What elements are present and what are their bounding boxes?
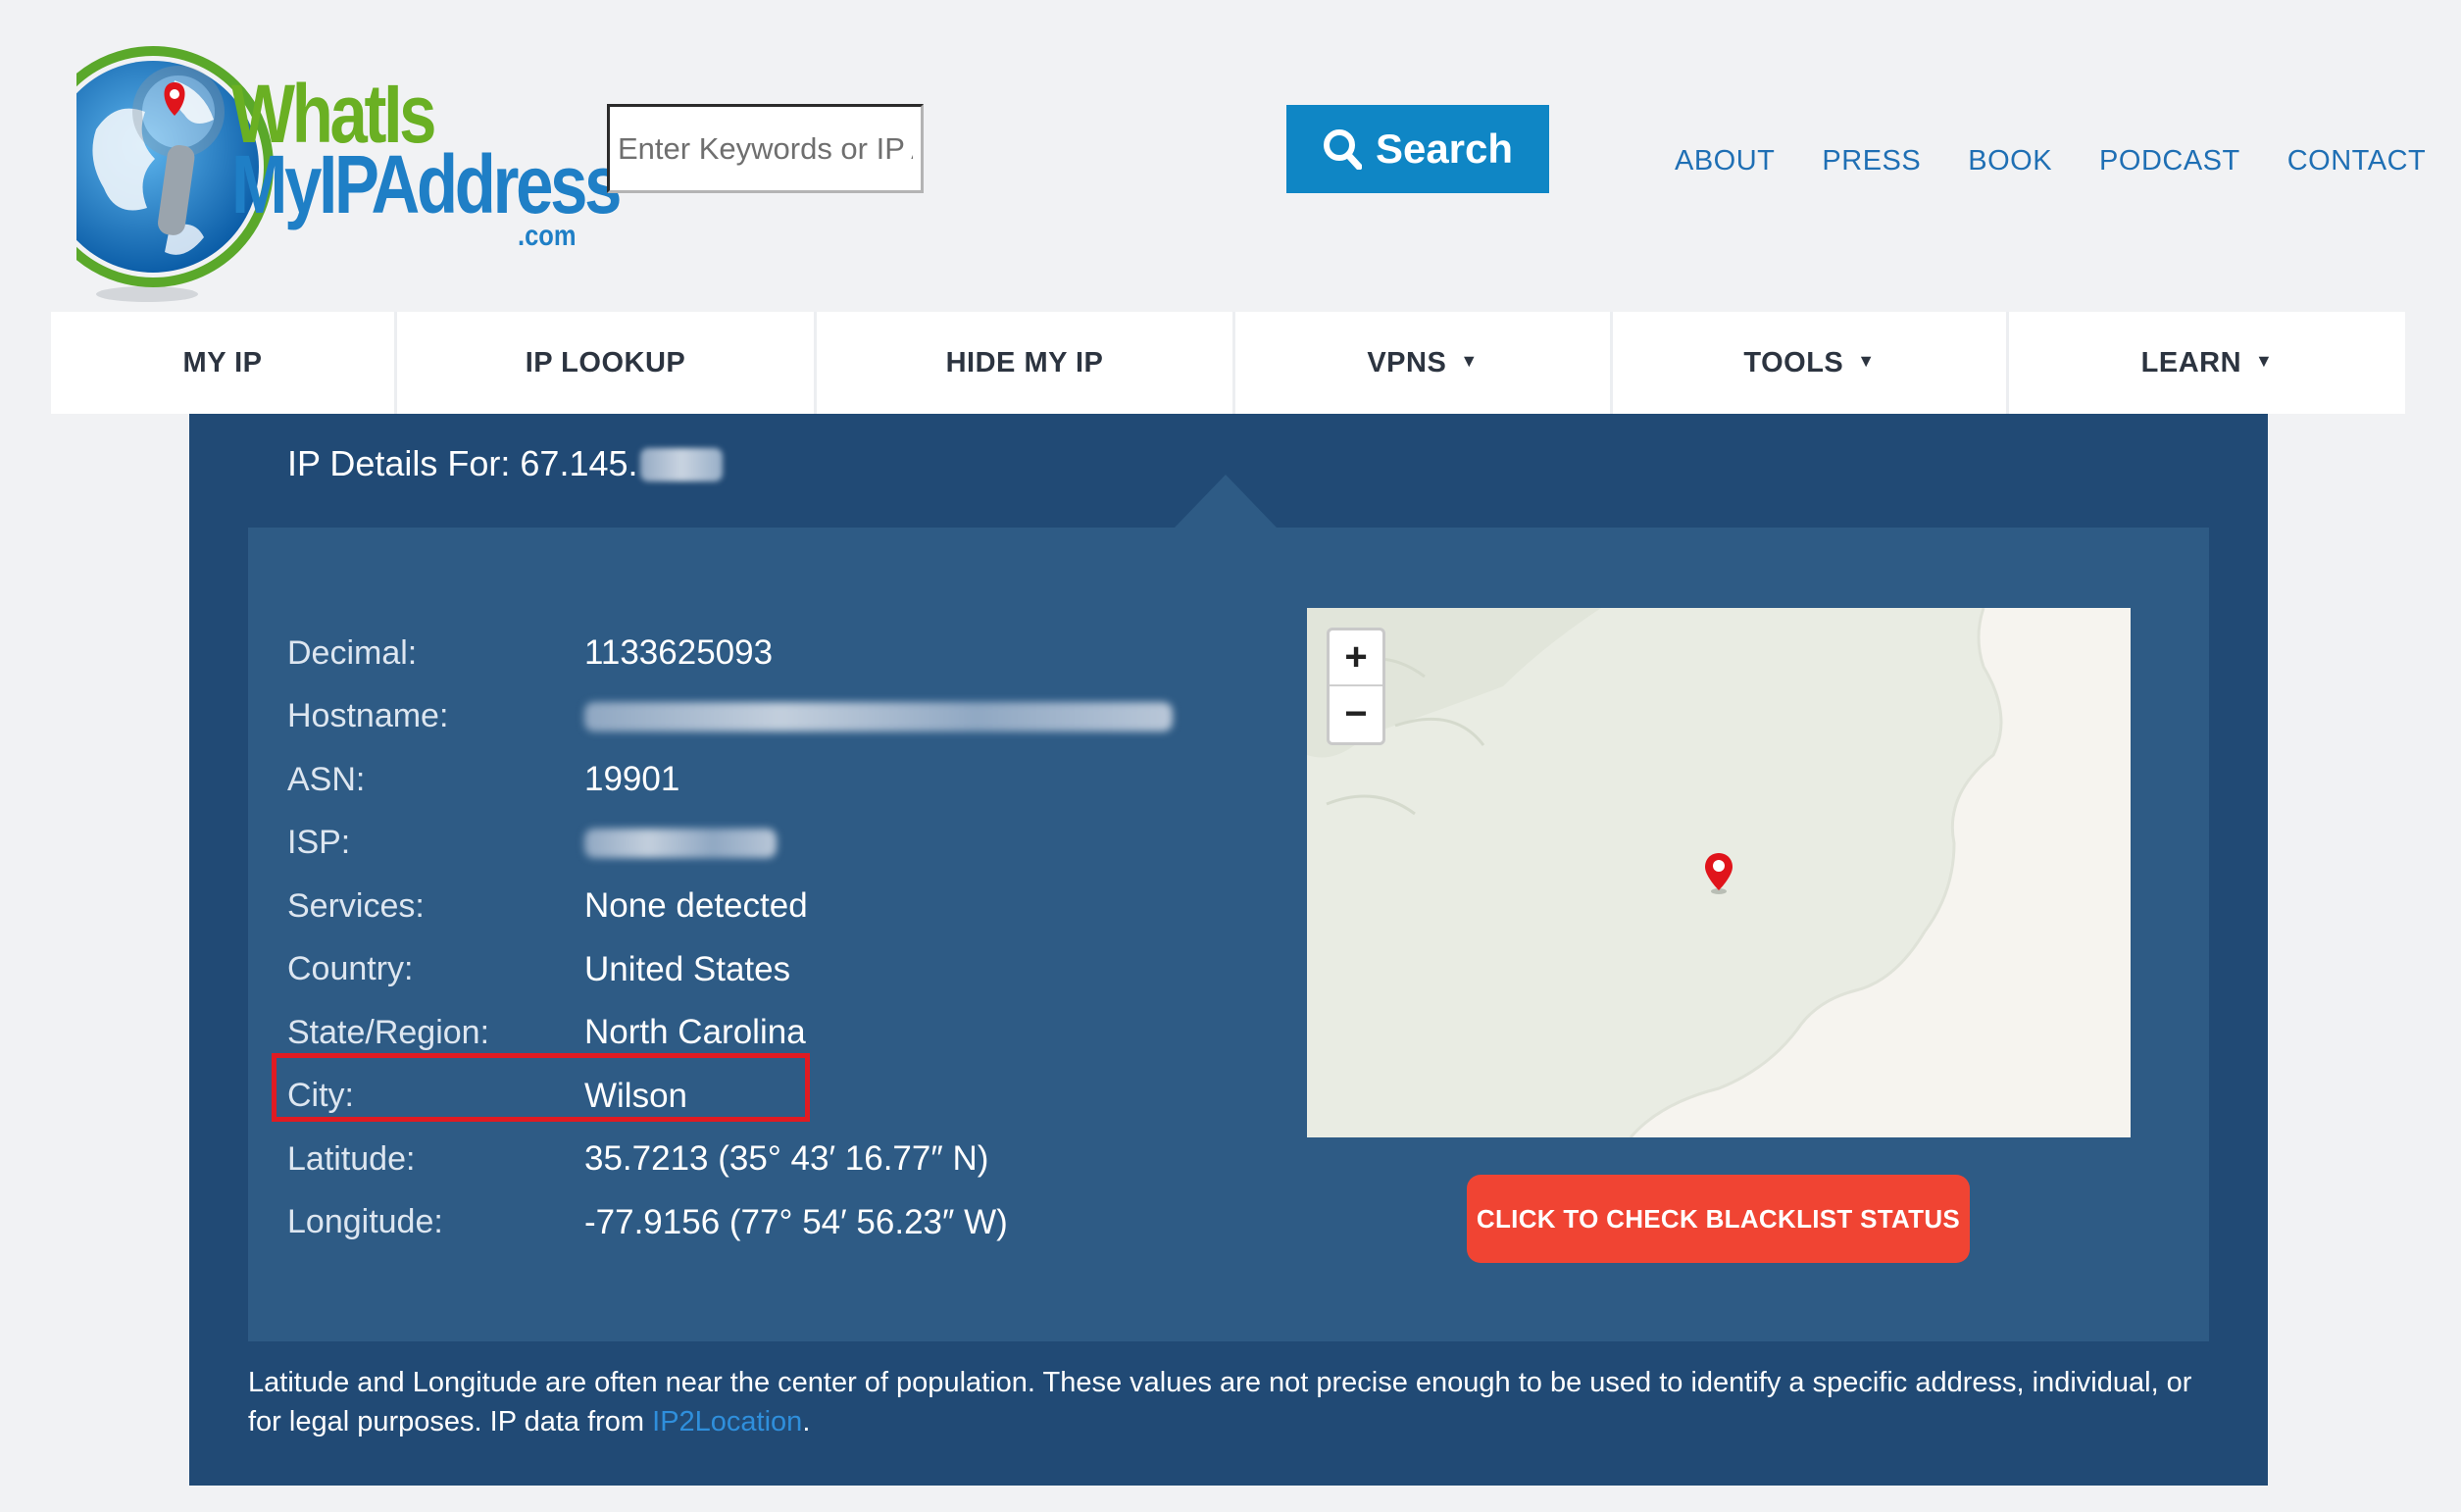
detail-label: ASN: [287, 760, 366, 798]
nav-item-my-ip[interactable]: MY IP [51, 312, 397, 414]
ip-details-table: Decimal: 1133625093 Hostname: ASN: 19901… [287, 622, 1173, 1254]
zoom-out-button[interactable]: − [1330, 686, 1382, 742]
detail-value: None detected [584, 886, 808, 926]
detail-row-hostname: Hostname: [287, 685, 1173, 749]
redacted-isp [584, 828, 777, 858]
zoom-in-button[interactable]: + [1330, 630, 1382, 686]
nav-item-ip-lookup[interactable]: IP LOOKUP [397, 312, 817, 414]
redacted-ip-octets [639, 448, 723, 481]
detail-label: Hostname: [287, 697, 449, 735]
detail-label: Latitude: [287, 1139, 416, 1178]
top-link-press[interactable]: PRESS [1822, 145, 1921, 177]
main-nav: MY IP IP LOOKUP HIDE MY IP VPNS ▼ TOOLS … [51, 312, 2405, 414]
caret-down-icon: ▼ [1460, 350, 1479, 371]
ip-details-panel: IP Details For: 67.145. Decimal: 1133625… [189, 414, 2268, 1486]
detail-label: ISP: [287, 824, 351, 862]
detail-value: North Carolina [584, 1013, 806, 1052]
detail-value: 1133625093 [584, 633, 774, 673]
logo-line-com: .com [518, 220, 577, 253]
ip2location-link[interactable]: IP2Location [652, 1406, 802, 1437]
search-button-label: Search [1375, 126, 1514, 172]
nav-item-label: MY IP [182, 346, 263, 378]
page: WhatIs MyIPAddress .com Search ABOUT PRE… [0, 0, 2461, 1512]
site-logo[interactable]: WhatIs MyIPAddress .com [76, 22, 622, 306]
nav-item-label: VPNS [1367, 346, 1447, 378]
top-link-contact[interactable]: CONTACT [2287, 145, 2427, 177]
top-link-book[interactable]: BOOK [1968, 145, 2052, 177]
nav-item-hide-my-ip[interactable]: HIDE MY IP [817, 312, 1235, 414]
ip-details-card: Decimal: 1133625093 Hostname: ASN: 19901… [248, 528, 2209, 1341]
detail-value: United States [584, 949, 791, 988]
map-pin-icon[interactable] [1703, 851, 1734, 894]
check-blacklist-button[interactable]: CLICK TO CHECK BLACKLIST STATUS [1467, 1175, 1970, 1263]
country-highlight-box [272, 1053, 810, 1122]
detail-row-asn: ASN: 19901 [287, 748, 1173, 812]
disclaimer-suffix: . [802, 1406, 811, 1437]
detail-row-latitude: Latitude: 35.7213 (35° 43′ 16.77″ N) [287, 1128, 1173, 1191]
logo-line-myipaddress: MyIPAddress [231, 138, 622, 231]
detail-row-country: Country: United States [287, 938, 1173, 1002]
panel-pointer [1175, 475, 1277, 528]
caret-down-icon: ▼ [1857, 350, 1876, 371]
nav-item-learn[interactable]: LEARN ▼ [2009, 312, 2405, 414]
detail-row-services: Services: None detected [287, 875, 1173, 938]
detail-row-decimal: Decimal: 1133625093 [287, 622, 1173, 685]
top-link-about[interactable]: ABOUT [1675, 145, 1775, 177]
ip-details-title-text: IP Details For: 67.145. [287, 443, 638, 483]
detail-label: Longitude: [287, 1203, 443, 1241]
caret-down-icon: ▼ [2255, 350, 2274, 371]
search-icon [1323, 129, 1362, 170]
top-link-podcast[interactable]: PODCAST [2099, 145, 2240, 177]
detail-label: Country: [287, 950, 414, 988]
nav-item-tools[interactable]: TOOLS ▼ [1613, 312, 2009, 414]
detail-value: 35.7213 (35° 43′ 16.77″ N) [584, 1139, 989, 1179]
detail-row-longitude: Longitude: -77.9156 (77° 54′ 56.23″ W) [287, 1191, 1173, 1255]
map-zoom-control: + − [1327, 628, 1385, 745]
nav-item-label: LEARN [2140, 346, 2242, 378]
nav-item-vpns[interactable]: VPNS ▼ [1235, 312, 1613, 414]
nav-item-label: IP LOOKUP [525, 346, 686, 378]
redacted-hostname [584, 701, 1173, 731]
detail-label: Services: [287, 886, 425, 925]
search-input[interactable] [607, 104, 924, 193]
detail-row-isp: ISP: [287, 812, 1173, 876]
location-disclaimer: Latitude and Longitude are often near th… [248, 1363, 2219, 1441]
detail-value: -77.9156 (77° 54′ 56.23″ W) [584, 1202, 1008, 1241]
location-map[interactable]: + − [1307, 608, 2131, 1137]
detail-value: 19901 [584, 760, 680, 799]
detail-label: Decimal: [287, 633, 418, 672]
nav-item-label: HIDE MY IP [945, 346, 1104, 378]
nav-item-label: TOOLS [1743, 346, 1844, 378]
disclaimer-text: Latitude and Longitude are often near th… [248, 1367, 2192, 1437]
ip-details-title: IP Details For: 67.145. [287, 443, 723, 484]
top-links: ABOUT PRESS BOOK PODCAST CONTACT [1675, 145, 2461, 177]
search-button[interactable]: Search [1286, 105, 1549, 193]
detail-label: State/Region: [287, 1013, 490, 1051]
